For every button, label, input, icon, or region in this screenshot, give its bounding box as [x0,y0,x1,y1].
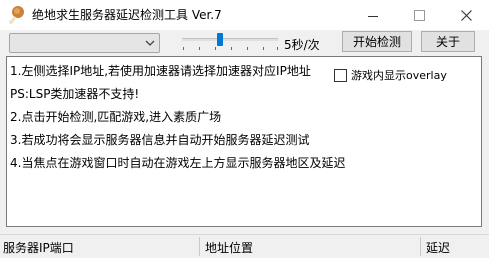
info-line: PS:LSP类加速器不支持! [10,87,140,101]
info-line: 1.左侧选择IP地址,若使用加速器请选择加速器对应IP地址 [10,64,311,78]
close-button[interactable] [443,0,489,30]
interval-slider-thumb[interactable] [217,33,223,46]
slider-tick [231,47,232,50]
chevron-down-icon [145,40,155,46]
status-divider [420,237,421,256]
about-button[interactable]: 关于 [421,31,475,52]
minimize-icon [368,15,378,17]
info-line: 2.点击开始检测,匹配游戏,进入素质广场 [10,110,222,124]
status-bar: 服务器IP端口 地址位置 延迟 [0,234,489,258]
status-divider [199,237,200,256]
info-line: 3.若成功将会显示服务器信息并自动开始服务器延迟测试 [10,133,310,147]
chicken-drumstick-icon [9,6,24,24]
info-panel: 1.左侧选择IP地址,若使用加速器请选择加速器对应IP地址 PS:LSP类加速器… [6,56,482,227]
overlay-checkbox-label: 游戏内显示overlay [351,69,447,82]
status-address-location: 地址位置 [205,241,254,255]
maximize-icon [413,9,425,21]
interval-label: 5秒/次 [284,38,320,52]
window-title: 绝地求生服务器延迟检测工具 Ver.7 [32,8,222,22]
status-server-ip-port: 服务器IP端口 [3,241,74,255]
status-latency: 延迟 [426,241,451,255]
info-line: 4.当焦点在游戏窗口时自动在游戏左上方显示服务器地区及延迟 [10,156,346,170]
slider-tick [215,47,216,50]
close-icon [460,9,472,21]
start-detect-button[interactable]: 开始检测 [342,31,412,52]
slider-tick [263,47,264,50]
maximize-button[interactable] [396,0,442,30]
slider-tick [277,47,278,50]
minimize-button[interactable] [350,0,396,30]
title-bar: 绝地求生服务器延迟检测工具 Ver.7 [0,0,489,30]
server-ip-dropdown[interactable] [9,33,160,53]
interval-slider-track[interactable] [182,38,278,41]
slider-tick [183,47,184,50]
slider-tick [247,47,248,50]
overlay-checkbox[interactable]: 游戏内显示overlay [334,67,447,83]
slider-tick [199,47,200,50]
checkbox-box[interactable] [334,68,347,82]
